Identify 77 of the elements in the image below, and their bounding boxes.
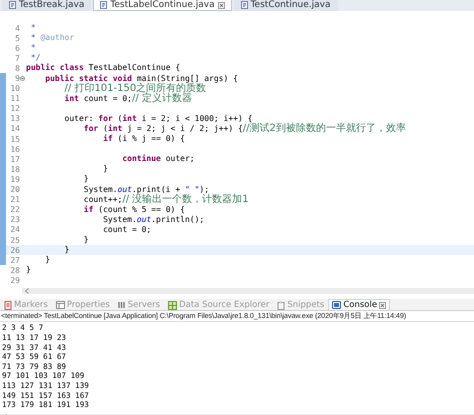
horizontal-scrollbar[interactable]	[22, 288, 474, 294]
fold-icon[interactable]	[20, 76, 25, 82]
line-number: 20	[9, 185, 20, 194]
line-number: 21	[9, 195, 20, 204]
line-number: 13	[9, 114, 20, 124]
line-number: 22	[9, 205, 20, 214]
tab-label: Snippets	[287, 300, 324, 310]
line-number: 6	[14, 44, 20, 53]
tab-label: TestContinue.java	[250, 0, 331, 10]
tab-label: TestLabelContinue.java	[110, 0, 215, 10]
tab-label: Servers	[128, 300, 160, 310]
line-number: 11	[9, 94, 20, 104]
code-line: *	[30, 43, 36, 54]
tab-label: Properties	[66, 300, 110, 310]
line-number: 17	[9, 154, 20, 164]
line-number: 26	[9, 246, 20, 255]
code-line: continue outer;	[121, 154, 195, 164]
code-line: outer: for (int i = 2; i < 1000; i++) {	[64, 114, 252, 123]
line-number: 25	[9, 236, 20, 245]
code-line: */	[30, 53, 40, 64]
java-file-icon	[9, 1, 16, 9]
code-line: count = 0;	[102, 224, 152, 235]
code-line: *	[30, 23, 36, 34]
line-number: 7	[14, 54, 20, 63]
line-number: 14	[9, 124, 20, 134]
tab-label: Console	[343, 300, 378, 310]
view-tab[interactable]: Properties	[52, 299, 114, 310]
line-number: 24	[9, 225, 20, 234]
view-tab[interactable]: Snippets	[273, 299, 328, 310]
line-number: 12	[9, 104, 20, 114]
code-line: int count = 0;// 定义计数器	[64, 94, 192, 104]
code-line: for (int j = 2; j < i / 2; j++) {//测试2到被除数的一半就行了，效率	[82, 124, 406, 134]
code-line: count++;// 没输出一个数，计数器加1	[82, 194, 249, 205]
editor-tab[interactable]: TestLabelContinue.java	[93, 0, 232, 11]
code-line: // 打印101-150之间所有的质数	[64, 84, 206, 94]
line-number: 18	[9, 164, 20, 174]
line-number: 28	[9, 266, 20, 275]
line-number: 10	[9, 84, 20, 94]
code-line: }	[64, 245, 70, 256]
line-number: 29	[9, 276, 20, 285]
line-number: 27	[9, 256, 20, 265]
view-tab[interactable]: Data Source Explorer	[164, 299, 274, 310]
code-line: System.out.print(i + " ");	[82, 184, 210, 194]
code-line: }	[44, 255, 50, 266]
tab-label: Data Source Explorer	[179, 300, 270, 310]
editor-tab[interactable]: TestContinue.java	[234, 0, 338, 11]
line-number: 9	[14, 74, 20, 84]
close-icon[interactable]	[218, 2, 225, 8]
code-line: }	[82, 235, 89, 246]
scroll-left-icon[interactable]	[25, 288, 29, 294]
code-line: public static void main(String[] args) {	[44, 74, 238, 83]
servers-icon	[118, 301, 126, 310]
code-line: }	[82, 174, 89, 184]
database-icon	[168, 300, 178, 310]
view-tab[interactable]: Console	[328, 299, 390, 310]
editor-tab[interactable]: TestBreak.java	[2, 0, 92, 11]
view-tab[interactable]: Markers	[0, 299, 52, 310]
code-line: }	[102, 164, 108, 174]
line-number: 19	[9, 174, 20, 184]
close-icon[interactable]	[379, 302, 386, 309]
line-number: 16	[9, 144, 20, 154]
code-line: if (i % j == 0) {	[102, 134, 185, 144]
line-number: 8	[14, 64, 20, 73]
line-number: 5	[14, 34, 20, 43]
code-line: * @author	[30, 33, 74, 44]
line-number: 15	[9, 134, 20, 144]
line-number: 23	[9, 215, 20, 224]
tab-label: Markers	[14, 300, 48, 310]
line-number: 4	[14, 24, 20, 33]
code-line: public class TestLabelContinue {	[26, 63, 180, 74]
code-line: System.out.println();	[102, 214, 204, 225]
code-line: if (count % 5 == 0) {	[82, 204, 185, 215]
java-file-icon	[100, 1, 108, 9]
code-line: }	[26, 265, 31, 276]
view-tab[interactable]: Servers	[114, 299, 164, 310]
java-file-icon	[240, 1, 248, 9]
tab-label: TestBreak.java	[19, 0, 84, 10]
